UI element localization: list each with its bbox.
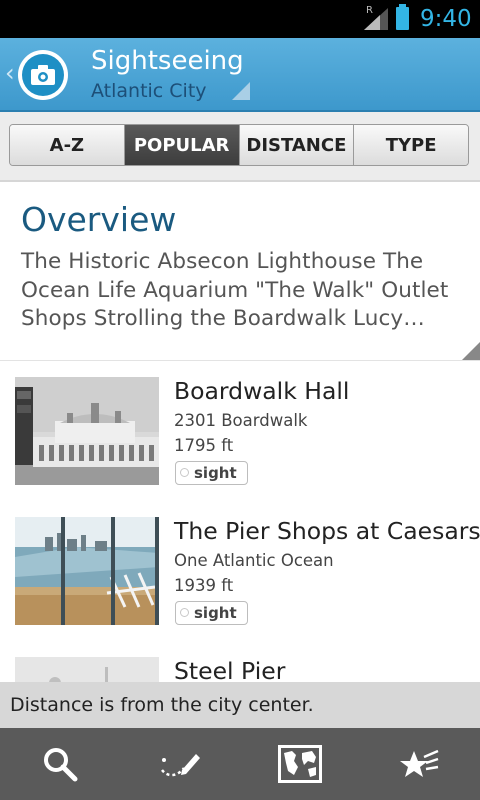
favorites-button[interactable]: [360, 728, 480, 800]
boardwalk-hall-thumbnail: [15, 377, 159, 485]
tab-type[interactable]: TYPE: [354, 125, 468, 165]
status-bar: R 9:40: [0, 0, 480, 38]
overview-card[interactable]: Overview The Historic Absecon Lighthouse…: [0, 182, 480, 361]
overview-title: Overview: [21, 200, 177, 239]
item-name: Boardwalk Hall: [174, 377, 350, 405]
distance-toast: Distance is from the city center.: [0, 682, 480, 728]
pier-shops-thumbnail: [15, 517, 159, 625]
action-bar: ‹ Sightseeing Atlantic City: [0, 38, 480, 112]
camera-icon[interactable]: [18, 50, 68, 100]
search-icon: [44, 748, 78, 782]
sort-tabs-bar: A-Z POPULAR DISTANCE TYPE: [0, 112, 480, 182]
item-distance: 1939 ft: [174, 576, 234, 595]
city-selector[interactable]: Atlantic City: [91, 79, 207, 103]
map-button[interactable]: [240, 728, 360, 800]
category-tag: sight: [175, 601, 248, 625]
category-tag: sight: [175, 461, 248, 485]
favorites-icon: [400, 749, 439, 777]
search-button[interactable]: [0, 728, 120, 800]
toast-text: Distance is from the city center.: [10, 694, 314, 716]
route-edit-icon: [161, 754, 200, 777]
bottom-toolbar: [0, 728, 480, 800]
page-title: Sightseeing: [91, 46, 244, 76]
tab-distance[interactable]: DISTANCE: [239, 125, 355, 165]
chevron-left-icon[interactable]: ‹: [5, 60, 15, 86]
overview-text: The Historic Absecon Lighthouse The Ocea…: [21, 249, 449, 331]
expand-corner-icon[interactable]: [462, 342, 480, 360]
tab-popular[interactable]: POPULAR: [124, 125, 240, 165]
item-address: 2301 Boardwalk: [174, 411, 308, 430]
dropdown-corner-icon[interactable]: [232, 82, 250, 100]
list-item[interactable]: The Pier Shops at Caesars One Atlantic O…: [0, 502, 480, 643]
tab-a-z[interactable]: A-Z: [10, 125, 125, 165]
item-distance: 1795 ft: [174, 436, 234, 455]
sort-tabs: A-Z POPULAR DISTANCE TYPE: [9, 124, 469, 166]
clock: 9:40: [420, 6, 472, 32]
list-item[interactable]: Boardwalk Hall 2301 Boardwalk 1795 ft si…: [0, 362, 480, 503]
item-address: One Atlantic Ocean: [174, 551, 334, 570]
signal-icon: [364, 8, 388, 30]
battery-icon: [396, 4, 409, 30]
item-name: The Pier Shops at Caesars: [174, 517, 480, 545]
map-icon: [278, 745, 322, 783]
route-edit-button[interactable]: [120, 728, 240, 800]
